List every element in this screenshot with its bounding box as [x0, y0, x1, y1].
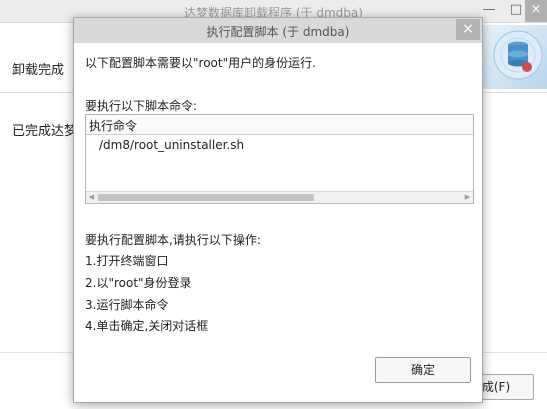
step-item: 3.运行脚本命令 [85, 298, 169, 312]
step-item: 2.以"root"身份登录 [85, 276, 192, 290]
horizontal-scrollbar[interactable]: ◀ ▶ [86, 191, 473, 203]
database-logo-icon [482, 25, 547, 89]
dialog-intro-text: 以下配置脚本需要以"root"用户的身份运行. [85, 56, 316, 70]
scroll-left-icon[interactable]: ◀ [86, 192, 97, 203]
scrollbar-thumb[interactable] [98, 194, 314, 201]
step-item: 4.单击确定,关闭对话框 [85, 319, 209, 333]
table-row[interactable]: /dm8/root_uninstaller.sh [99, 138, 244, 152]
dialog-titlebar[interactable]: 执行配置脚本 (于 dmdba) × [74, 18, 482, 43]
command-heading: 要执行以下脚本命令: [85, 99, 198, 113]
command-column-header: 执行命令 [89, 119, 138, 133]
completion-message: 已完成达梦 [12, 124, 78, 139]
run-config-script-dialog: 执行配置脚本 (于 dmdba) × 以下配置脚本需要以"root"用户的身份运… [73, 17, 483, 403]
steps-heading: 要执行配置脚本,请执行以下操作: [85, 233, 261, 247]
dialog-title: 执行配置脚本 (于 dmdba) [206, 25, 350, 39]
command-table-header[interactable]: 执行命令 [86, 115, 473, 135]
maximize-icon[interactable]: □ [505, 0, 527, 22]
ok-button[interactable]: 确定 [375, 357, 471, 383]
scroll-right-icon[interactable]: ▶ [462, 192, 473, 203]
command-table[interactable]: 执行命令 /dm8/root_uninstaller.sh ◀ ▶ [85, 114, 474, 204]
close-icon[interactable]: × [525, 0, 547, 22]
step-item: 1.打开终端窗口 [85, 254, 169, 268]
dialog-close-icon[interactable]: × [456, 19, 480, 40]
page-title: 卸载完成 [12, 63, 65, 78]
